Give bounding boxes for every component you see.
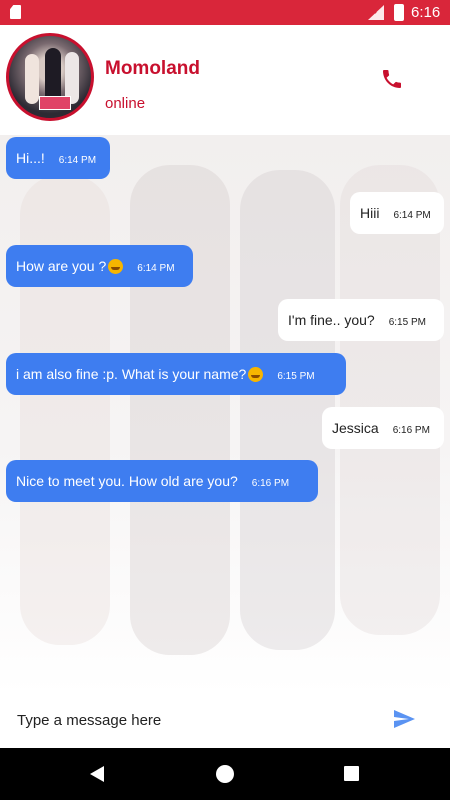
background-photo <box>240 170 335 650</box>
message-bubble-incoming[interactable]: i am also fine :p. What is your name? 6:… <box>6 353 346 395</box>
navigation-bar <box>0 748 450 800</box>
message-time: 6:16 PM <box>392 424 430 436</box>
status-time: 6:16 <box>411 4 441 21</box>
message-text: Hiii <box>360 205 380 221</box>
message-text: How are you ? <box>16 258 107 274</box>
avatar-sticker <box>39 96 71 110</box>
message-bubble-incoming[interactable]: Nice to meet you. How old are you? 6:16 … <box>6 460 318 502</box>
message-time: 6:14 PM <box>393 209 431 221</box>
battery-icon <box>394 4 404 21</box>
chat-header: Momoland online <box>0 25 450 135</box>
message-time: 6:14 PM <box>58 154 97 166</box>
contact-status: online <box>105 95 146 112</box>
message-time: 6:16 PM <box>251 477 290 489</box>
signal-icon <box>368 5 384 20</box>
message-text: I'm fine.. you? <box>288 312 375 328</box>
message-bubble-incoming[interactable]: How are you ? 6:14 PM <box>6 245 193 287</box>
status-bar: 6:16 <box>0 0 450 25</box>
recents-icon[interactable] <box>344 766 359 781</box>
message-text: Hi...! <box>16 150 45 166</box>
avatar[interactable] <box>6 33 94 121</box>
message-time: 6:15 PM <box>277 370 315 382</box>
message-time: 6:15 PM <box>388 316 426 328</box>
background-photo <box>130 165 230 655</box>
message-bubble-outgoing[interactable]: I'm fine.. you? 6:15 PM <box>278 299 444 341</box>
message-composer <box>0 695 450 745</box>
message-text: Jessica <box>332 420 379 436</box>
contact-name: Momoland <box>105 58 200 79</box>
avatar-figure <box>25 54 39 104</box>
phone-icon[interactable] <box>380 67 404 91</box>
message-bubble-outgoing[interactable]: Jessica 6:16 PM <box>322 407 444 449</box>
message-text: Nice to meet you. How old are you? <box>16 473 238 489</box>
message-bubble-incoming[interactable]: Hi...! 6:14 PM <box>6 137 110 179</box>
message-list[interactable]: Hi...! 6:14 PM Hiii 6:14 PM How are you … <box>0 135 450 695</box>
message-input[interactable] <box>0 695 380 745</box>
back-icon[interactable] <box>90 766 104 782</box>
message-text: i am also fine :p. What is your name? <box>16 366 247 382</box>
sd-card-icon <box>10 5 21 19</box>
message-bubble-outgoing[interactable]: Hiii 6:14 PM <box>350 192 444 234</box>
background-photo <box>340 165 440 635</box>
smile-emoji-icon <box>248 366 264 382</box>
send-icon[interactable] <box>392 707 416 731</box>
smile-emoji-icon <box>108 258 124 274</box>
home-icon[interactable] <box>216 765 234 783</box>
message-time: 6:14 PM <box>137 262 175 274</box>
